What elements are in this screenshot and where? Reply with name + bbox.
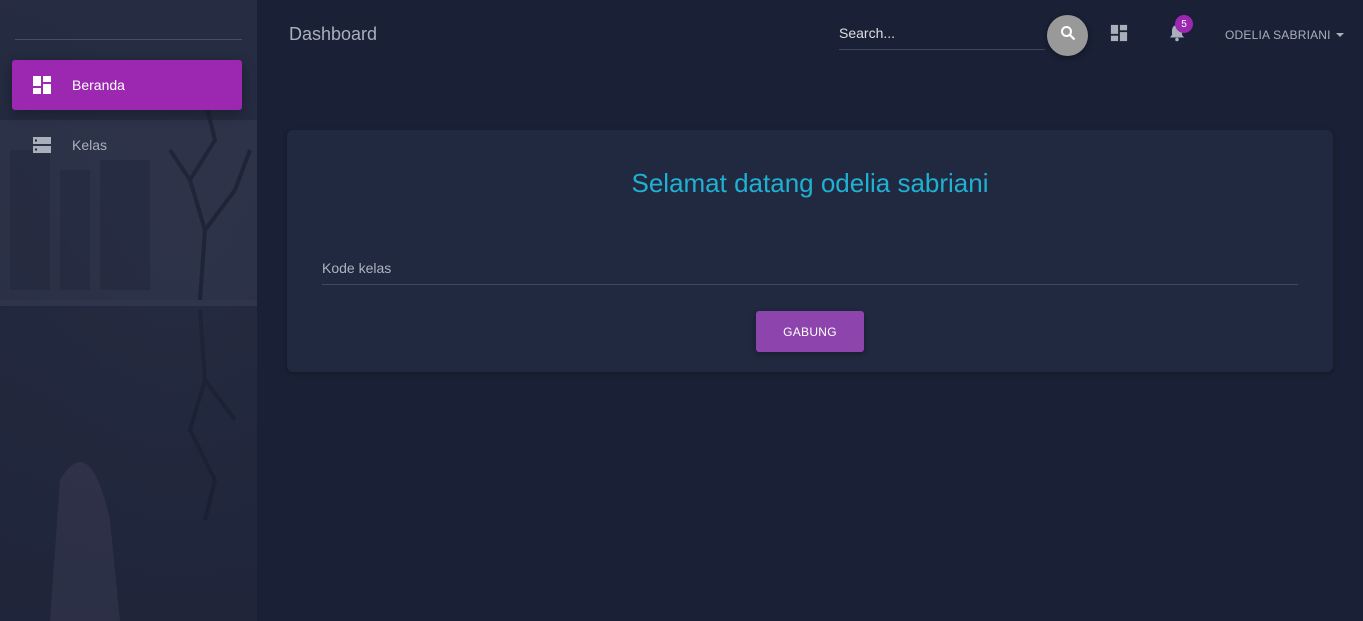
- welcome-heading: Selamat datang odelia sabriani: [631, 168, 989, 198]
- search-box: [839, 18, 1045, 50]
- join-class-card: Selamat datang odelia sabriani GABUNG: [287, 130, 1333, 372]
- dashboard-button[interactable]: [1108, 24, 1130, 46]
- sidebar-item-label: Beranda: [72, 77, 125, 93]
- page-title: Dashboard: [289, 24, 378, 44]
- notification-count-badge: 5: [1175, 15, 1193, 33]
- caret-down-icon: [1335, 33, 1344, 37]
- search-button[interactable]: [1047, 15, 1088, 56]
- storage-icon: [32, 135, 52, 155]
- search-input[interactable]: [839, 18, 1045, 48]
- sidebar: Beranda Kelas: [0, 0, 257, 621]
- user-name: ODELIA SABRIANI: [1225, 28, 1331, 42]
- dashboard-icon: [32, 75, 52, 95]
- dashboard-icon: [1110, 24, 1128, 47]
- sidebar-item-beranda[interactable]: Beranda: [12, 60, 242, 110]
- search-icon: [1060, 25, 1076, 46]
- class-code-field: [322, 254, 1298, 285]
- class-code-input[interactable]: [322, 254, 1298, 282]
- sidebar-item-label: Kelas: [72, 137, 108, 153]
- sidebar-divider: [15, 39, 242, 40]
- user-menu-dropdown[interactable]: ODELIA SABRIANI: [1225, 27, 1344, 43]
- join-button[interactable]: GABUNG: [756, 311, 864, 352]
- sidebar-item-kelas[interactable]: Kelas: [12, 120, 242, 170]
